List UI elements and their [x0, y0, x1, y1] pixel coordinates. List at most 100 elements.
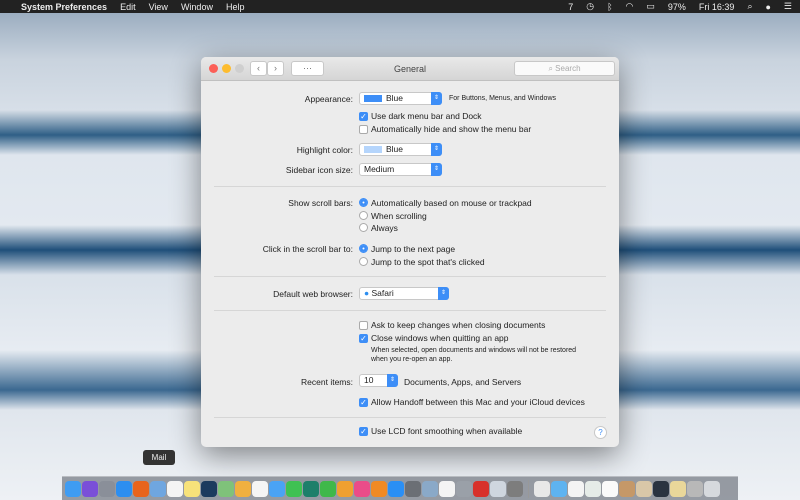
dock-slack-icon[interactable] [439, 480, 455, 497]
appearance-popup[interactable]: Blue ⇕ [359, 92, 442, 105]
handoff-checkbox[interactable]: ✓ [359, 398, 368, 407]
dock-time-machine-icon[interactable] [303, 480, 319, 497]
dock-messages-icon[interactable] [269, 480, 285, 497]
dock-image3-icon[interactable] [653, 480, 669, 497]
scroll-always-label: Always [371, 223, 398, 233]
dock-calendar-icon[interactable] [167, 480, 183, 497]
notification-center-icon[interactable]: ☰ [784, 1, 792, 12]
lcd-smoothing-label: Use LCD font smoothing when available [371, 426, 523, 436]
divider [214, 310, 606, 311]
auto-hide-label: Automatically hide and show the menu bar [371, 124, 532, 134]
sidebar-size-popup[interactable]: Medium ⇕ [359, 163, 442, 176]
spotlight-icon[interactable]: ⌕ [747, 1, 752, 12]
dock-image5-icon[interactable] [687, 480, 703, 497]
chevron-updown-icon: ⇕ [431, 163, 442, 176]
close-windows-label: Close windows when quitting an app [371, 333, 509, 343]
menu-view[interactable]: View [149, 2, 168, 12]
sidebar-size-label: Sidebar icon size: [285, 165, 353, 175]
sidebar-size-value: Medium [364, 164, 395, 174]
dock-numbers-icon[interactable] [320, 480, 336, 497]
dock-itunes-icon[interactable] [354, 480, 370, 497]
chevron-updown-icon: ⇕ [431, 92, 442, 105]
scroll-when-scrolling-radio[interactable] [359, 211, 368, 220]
close-note-line1: When selected, open documents and window… [371, 347, 577, 354]
dock-photoshop-icon[interactable] [201, 480, 217, 497]
dock-image2-icon[interactable] [636, 480, 652, 497]
scroll-auto-radio[interactable] [359, 198, 368, 207]
dock-image1-icon[interactable] [619, 480, 635, 497]
recent-items-popup[interactable]: 10 ⇕ [359, 374, 398, 387]
wifi-icon[interactable]: ◠ [626, 1, 634, 12]
close-note-line2: when you re-open an app. [371, 356, 453, 363]
dock [62, 476, 738, 500]
dock-notes-icon[interactable] [184, 480, 200, 497]
jump-next-page-radio[interactable] [359, 244, 368, 253]
dock-launchpad-icon[interactable] [99, 480, 115, 497]
menu-help[interactable]: Help [226, 2, 245, 12]
title-bar: ‹ › ⋯ General ⌕ Search [201, 57, 619, 81]
appearance-value: Blue [386, 93, 404, 103]
appearance-swatch [364, 95, 382, 103]
dock-safari-icon[interactable] [116, 480, 132, 497]
search-placeholder: Search [555, 64, 581, 73]
dock-maps-icon[interactable] [218, 480, 234, 497]
scroll-auto-label: Automatically based on mouse or trackpad [371, 198, 532, 208]
dock-documents-icon[interactable] [534, 480, 550, 497]
dock-ibooks-icon[interactable] [371, 480, 387, 497]
dock-image4-icon[interactable] [670, 480, 686, 497]
browser-popup[interactable]: ● Safari ⇕ [359, 287, 449, 300]
lcd-smoothing-checkbox[interactable]: ✓ [359, 427, 368, 436]
clock[interactable]: Fri 16:39 [699, 2, 735, 12]
dock-photos-icon[interactable] [235, 480, 251, 497]
dock-mail-icon[interactable] [150, 480, 166, 497]
close-windows-checkbox[interactable]: ✓ [359, 334, 368, 343]
menu-app-name[interactable]: System Preferences [21, 2, 107, 12]
jump-spot-label: Jump to the spot that's clicked [371, 257, 485, 267]
dock-reminders-icon[interactable] [252, 480, 268, 497]
dock-app-store-icon[interactable] [388, 480, 404, 497]
dock-trash-icon[interactable] [704, 480, 720, 497]
dock-doc2-icon[interactable] [585, 480, 601, 497]
help-button[interactable]: ? [594, 426, 607, 439]
search-input[interactable]: ⌕ Search [514, 61, 615, 76]
menu-edit[interactable]: Edit [120, 2, 136, 12]
auto-hide-checkbox[interactable] [359, 125, 368, 134]
menu-window[interactable]: Window [181, 2, 213, 12]
ask-keep-checkbox[interactable] [359, 321, 368, 330]
dock-pages-icon[interactable] [337, 480, 353, 497]
divider [214, 186, 606, 187]
dock-script-editor-icon[interactable] [456, 480, 472, 497]
time-machine-icon[interactable]: ◷ [586, 1, 594, 12]
recent-items-value: 10 [364, 375, 374, 385]
dock-folder-icon[interactable] [551, 480, 567, 497]
highlight-swatch [364, 146, 382, 154]
browser-label: Default web browser: [273, 289, 353, 299]
dock-pdf-app-icon[interactable] [473, 480, 489, 497]
dock-facetime-icon[interactable] [286, 480, 302, 497]
siri-icon[interactable]: ● [765, 2, 770, 12]
notification-count[interactable]: 7 [568, 2, 573, 12]
highlight-label: Highlight color: [296, 145, 353, 155]
airplay-icon[interactable]: ▭ [646, 1, 655, 12]
dock-automator-icon[interactable] [507, 480, 523, 497]
bluetooth-icon[interactable]: ᛒ [607, 2, 612, 12]
dock-doc3-icon[interactable] [602, 480, 618, 497]
dock-network-utility-icon[interactable] [490, 480, 506, 497]
ask-keep-label: Ask to keep changes when closing documen… [371, 320, 546, 330]
preferences-window: ‹ › ⋯ General ⌕ Search Appearance: Blue ⇕… [201, 57, 619, 447]
jump-spot-radio[interactable] [359, 257, 368, 266]
jump-next-page-label: Jump to the next page [371, 244, 456, 254]
battery-status[interactable]: 97% [668, 2, 686, 12]
highlight-popup[interactable]: Blue ⇕ [359, 143, 442, 156]
scroll-always-radio[interactable] [359, 223, 368, 232]
dock-firefox-icon[interactable] [133, 480, 149, 497]
dock-siri-icon[interactable] [82, 480, 98, 497]
browser-value: Safari [371, 288, 394, 298]
dock-finder-icon[interactable] [65, 480, 81, 497]
dock-system-preferences-icon[interactable] [405, 480, 421, 497]
dock-doc1-icon[interactable] [568, 480, 584, 497]
dark-menu-checkbox[interactable]: ✓ [359, 112, 368, 121]
dock-preview-icon[interactable] [422, 480, 438, 497]
appearance-note: For Buttons, Menus, and Windows [449, 95, 556, 102]
appearance-label: Appearance: [304, 94, 353, 104]
